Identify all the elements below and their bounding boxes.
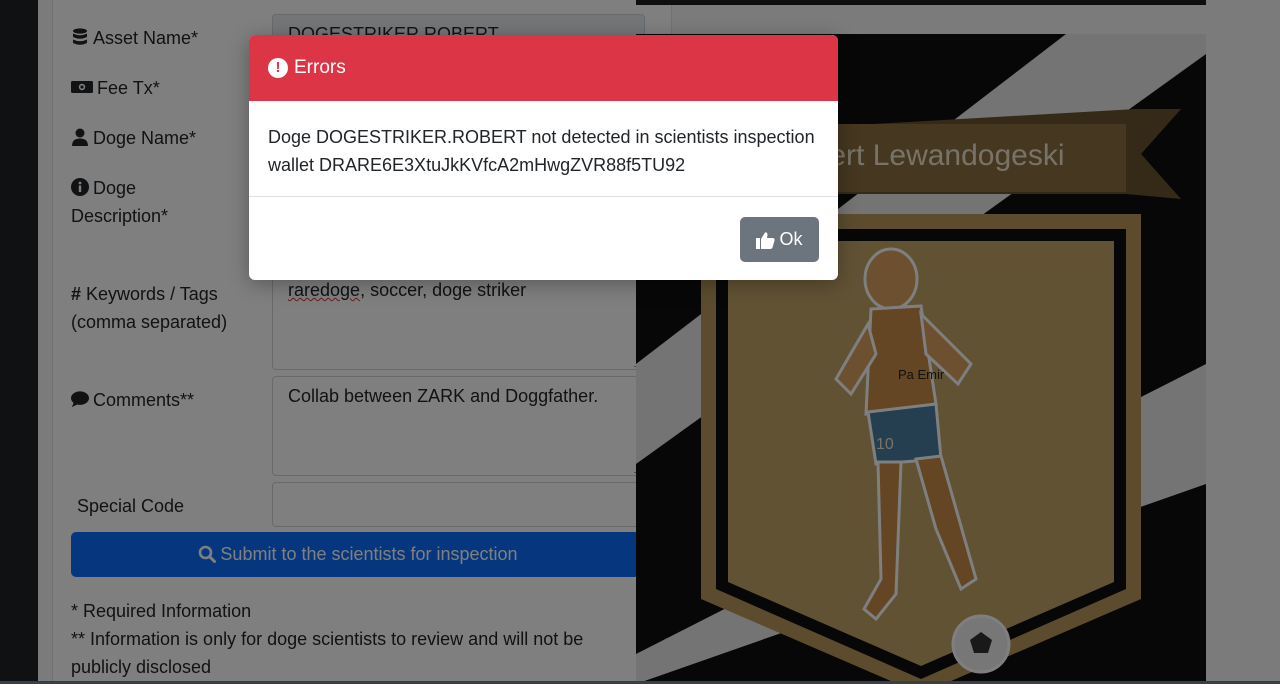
modal-title: Errors [294, 57, 346, 78]
modal-header: ! Errors [249, 35, 838, 101]
ok-button-label: Ok [779, 229, 803, 249]
error-modal: ! Errors Doge DOGESTRIKER.ROBERT not det… [249, 35, 838, 280]
modal-footer: Ok [249, 197, 838, 280]
modal-message: Doge DOGESTRIKER.ROBERT not detected in … [268, 127, 815, 175]
ok-button[interactable]: Ok [740, 217, 819, 262]
exclamation-circle-icon: ! [268, 58, 288, 78]
modal-body: Doge DOGESTRIKER.ROBERT not detected in … [249, 101, 838, 197]
thumbs-up-icon [756, 231, 776, 249]
